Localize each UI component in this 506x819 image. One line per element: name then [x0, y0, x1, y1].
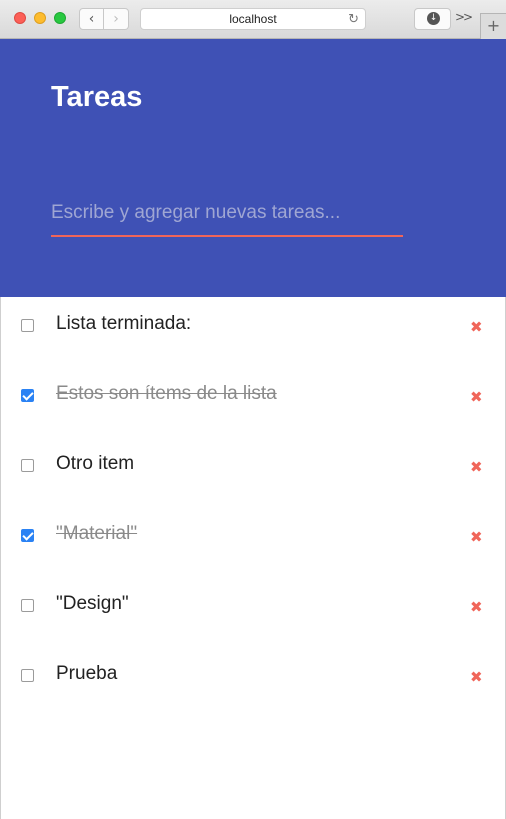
- task-item: "Design" ✖: [1, 577, 505, 637]
- download-button[interactable]: ↓: [414, 8, 451, 30]
- task-text: "Design": [56, 593, 129, 614]
- plus-icon: +: [486, 16, 501, 35]
- task-item: "Material" ✖: [1, 507, 505, 567]
- new-task-input[interactable]: [51, 197, 403, 237]
- delete-icon[interactable]: ✖: [470, 389, 483, 405]
- task-text: Prueba: [56, 663, 118, 684]
- chevron-right-icon: ›: [113, 11, 119, 27]
- download-icon: ↓: [427, 12, 440, 25]
- address-text: localhost: [229, 12, 277, 26]
- task-item: Estos son ítems de la lista ✖: [1, 367, 505, 427]
- reload-icon[interactable]: ↻: [348, 10, 359, 30]
- task-text: Lista terminada:: [56, 313, 192, 334]
- task-text: Estos son ítems de la lista: [56, 383, 277, 404]
- task-checkbox[interactable]: [21, 599, 34, 612]
- delete-icon[interactable]: ✖: [470, 669, 483, 685]
- task-list: Lista terminada: ✖ Estos son ítems de la…: [0, 297, 506, 819]
- app-header: Tareas: [0, 39, 506, 297]
- delete-icon[interactable]: ✖: [470, 599, 483, 615]
- task-item: Otro item ✖: [1, 437, 505, 497]
- address-bar[interactable]: localhost ↻: [140, 8, 366, 30]
- delete-icon[interactable]: ✖: [470, 319, 483, 335]
- task-checkbox[interactable]: [21, 389, 34, 402]
- task-checkbox[interactable]: [21, 529, 34, 542]
- double-chevron-right-icon[interactable]: >>: [455, 10, 473, 24]
- forward-button[interactable]: ›: [104, 8, 129, 30]
- delete-icon[interactable]: ✖: [470, 529, 483, 545]
- minimize-window-button[interactable]: [34, 12, 46, 24]
- task-text: "Material": [56, 523, 138, 544]
- task-checkbox[interactable]: [21, 669, 34, 682]
- task-item: Lista terminada: ✖: [1, 297, 505, 357]
- zoom-window-button[interactable]: [54, 12, 66, 24]
- task-checkbox[interactable]: [21, 319, 34, 332]
- close-window-button[interactable]: [14, 12, 26, 24]
- new-tab-button[interactable]: +: [480, 13, 506, 39]
- task-item: Prueba ✖: [1, 647, 505, 707]
- delete-icon[interactable]: ✖: [470, 459, 483, 475]
- back-button[interactable]: ‹: [79, 8, 104, 30]
- browser-toolbar: ‹ › localhost ↻ ↓ >> +: [0, 0, 506, 39]
- page-title: Tareas: [51, 81, 143, 113]
- task-checkbox[interactable]: [21, 459, 34, 472]
- chevron-left-icon: ‹: [88, 11, 95, 27]
- task-text: Otro item: [56, 453, 135, 474]
